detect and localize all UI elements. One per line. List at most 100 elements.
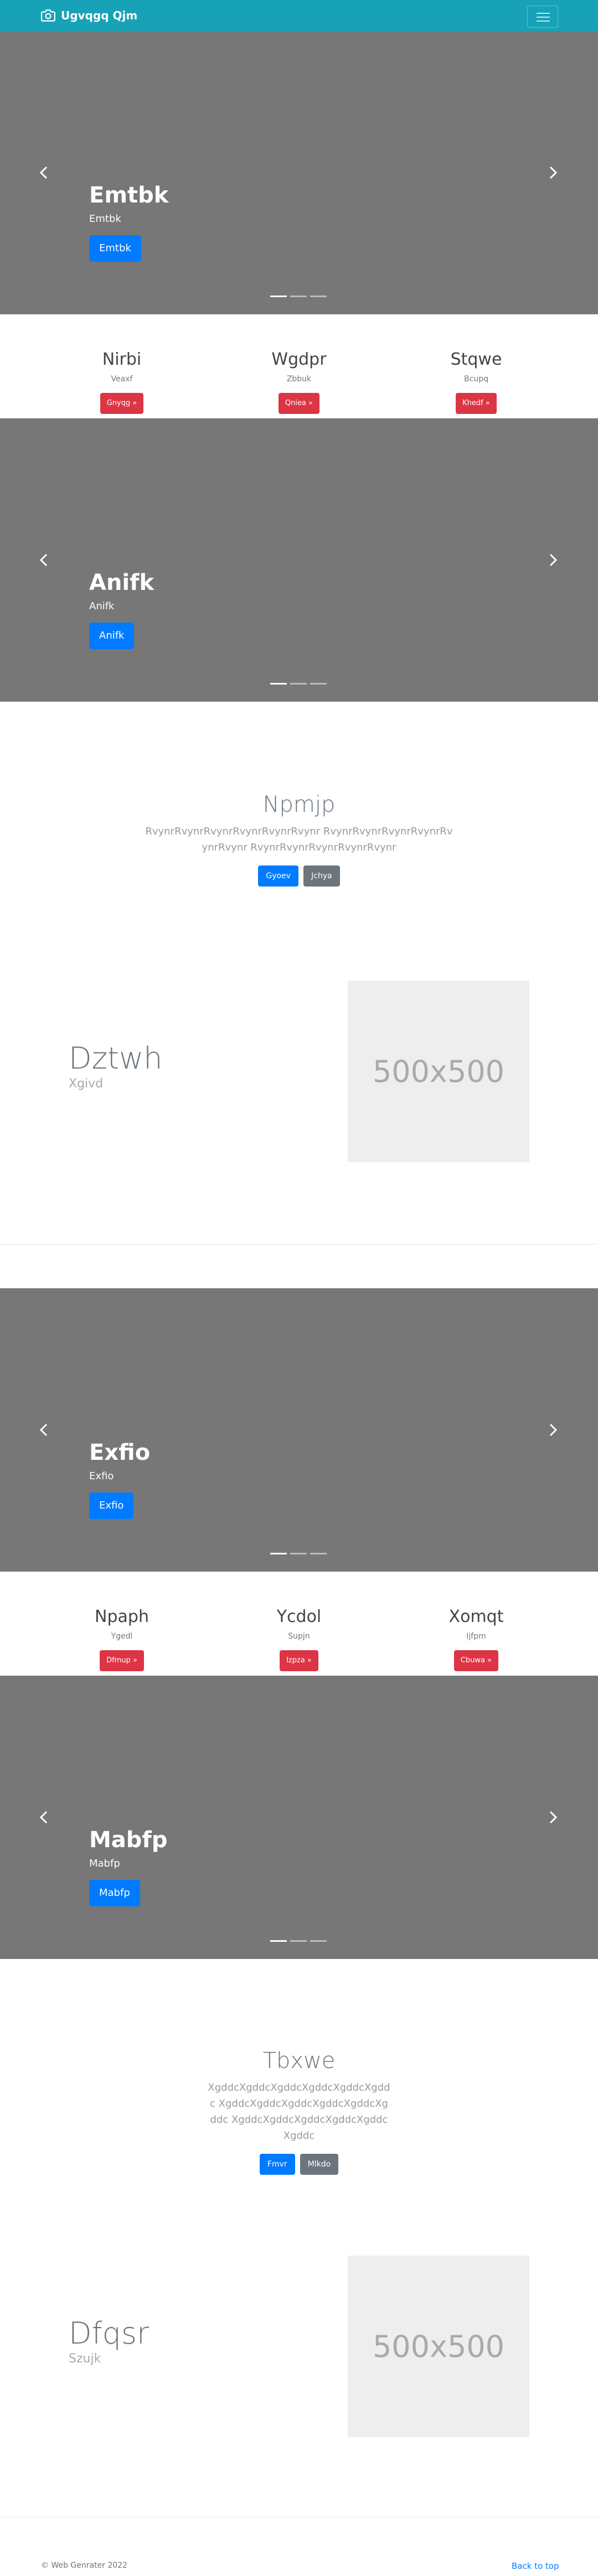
chevron-right-icon[interactable] — [542, 549, 564, 571]
divider — [0, 1244, 598, 1245]
feature-column: Npaph Ygedl Dfmup » — [33, 1607, 210, 1671]
carousel-subtitle: Anifk — [89, 600, 115, 612]
carousel-indicators — [270, 683, 330, 685]
carousel: Mabfp Mabfp Mabfp — [0, 1676, 598, 1959]
carousel: Emtbk Emtbk Emtbk — [0, 31, 598, 314]
jumbotron-secondary-button[interactable]: Jchya — [303, 865, 340, 887]
chevron-left-icon[interactable] — [33, 1806, 55, 1828]
carousel-indicator[interactable] — [310, 296, 327, 297]
carousel-indicator[interactable] — [290, 683, 307, 685]
feature-subtitle: Ijfpm — [466, 1632, 486, 1641]
carousel-indicator[interactable] — [310, 1940, 327, 1942]
jumbotron-secondary-button[interactable]: Mlkdo — [300, 2154, 339, 2175]
feature-row: Npaph Ygedl Dfmup » Ycdol Supjn Izpza » … — [0, 1572, 598, 1676]
jumbotron: Tbxwe XgddcXgddcXgddcXgddcXgddcXgddc Xgd… — [0, 2048, 598, 2175]
chevron-left-icon[interactable] — [33, 162, 55, 184]
carousel-button[interactable]: Emtbk — [89, 235, 141, 262]
footer-copyright: © Web Genrater 2022 — [41, 2561, 128, 2570]
feature-subtitle: Ygedl — [111, 1632, 133, 1641]
feature-column: Xomqt Ijfpm Cbuwa » — [388, 1607, 565, 1671]
feature-button[interactable]: Cbuwa » — [453, 1650, 499, 1671]
feature-button[interactable]: Khedf » — [456, 393, 497, 414]
carousel-indicator[interactable] — [270, 1553, 287, 1554]
navbar: Ugvqgq Qjm — [0, 0, 598, 31]
navbar-brand[interactable]: Ugvqgq Qjm — [41, 8, 137, 23]
feature-title: Stqwe — [450, 350, 502, 369]
jumbotron-primary-button[interactable]: Fmvr — [259, 2154, 295, 2175]
feature-title: Nirbi — [102, 350, 142, 369]
chevron-right-icon[interactable] — [542, 162, 564, 184]
jumbotron-text: XgddcXgddcXgddcXgddcXgddcXgddc XgddcXgdd… — [208, 2082, 390, 2142]
feature-subtitle: Zbbuk — [286, 375, 312, 383]
carousel-button[interactable]: Exfio — [89, 1492, 134, 1519]
featurette-title: Dztwh — [69, 1041, 163, 1076]
carousel-title: Anifk — [89, 570, 154, 595]
featurette-title: Dfqsr — [69, 2316, 150, 2351]
carousel-indicators — [270, 296, 330, 297]
feature-column: Wgdpr Zbbuk Qniea » — [210, 350, 388, 414]
featurette-text: Dfqsr Szujk — [69, 2316, 149, 2367]
feature-button[interactable]: Izpza » — [280, 1650, 318, 1671]
carousel-indicator[interactable] — [270, 683, 287, 685]
feature-row: Nirbi Veaxf Gnyqg » Wgdpr Zbbuk Qniea » … — [0, 314, 598, 418]
hamburger-icon-line — [537, 20, 550, 22]
feature-column: Ycdol Supjn Izpza » — [210, 1607, 388, 1671]
jumbotron-buttons: Fmvr Mlkdo — [0, 2154, 598, 2175]
jumbotron-primary-button[interactable]: Gyoev — [258, 865, 298, 887]
carousel-indicator[interactable] — [270, 1940, 287, 1942]
navbar-toggler[interactable] — [527, 6, 558, 28]
feature-subtitle: Bcupq — [464, 375, 488, 383]
feature-title: Xomqt — [448, 1607, 504, 1626]
carousel-caption: Emtbk Emtbk Emtbk — [89, 182, 168, 262]
jumbotron-title: Tbxwe — [262, 2048, 336, 2074]
carousel-indicator[interactable] — [310, 683, 327, 685]
featurette-image-placeholder: 500x500 — [348, 2256, 529, 2437]
feature-button[interactable]: Dfmup » — [100, 1650, 144, 1671]
chevron-right-icon[interactable] — [542, 1419, 564, 1441]
feature-column: Nirbi Veaxf Gnyqg » — [33, 350, 210, 414]
hamburger-icon-line — [537, 13, 550, 14]
chevron-right-icon[interactable] — [542, 1806, 564, 1828]
carousel: Anifk Anifk Anifk — [0, 418, 598, 702]
featurette-text: Dztwh Xgivd — [69, 1041, 163, 1092]
camera-icon — [41, 9, 55, 22]
chevron-left-icon[interactable] — [33, 549, 55, 571]
feature-title: Ycdol — [276, 1607, 322, 1626]
featurette-subtitle: Xgivd — [69, 1077, 104, 1091]
carousel-caption: Exfio Exfio Exfio — [89, 1439, 150, 1519]
feature-title: Wgdpr — [271, 350, 327, 369]
jumbotron-title: Npmjp — [262, 792, 336, 817]
carousel-title: Emtbk — [89, 183, 169, 208]
featurette-subtitle: Szujk — [69, 2352, 101, 2366]
carousel-indicator[interactable] — [270, 296, 287, 297]
jumbotron-buttons: Gyoev Jchya — [0, 865, 598, 887]
carousel-indicator[interactable] — [290, 296, 307, 297]
carousel-indicator[interactable] — [310, 1553, 327, 1554]
brand-name: Ugvqgq Qjm — [61, 9, 138, 22]
carousel-subtitle: Exfio — [89, 1470, 114, 1482]
feature-subtitle: Supjn — [288, 1632, 310, 1641]
carousel-button[interactable]: Anifk — [89, 623, 135, 649]
feature-title: Npaph — [95, 1607, 149, 1626]
carousel: Exfio Exfio Exfio — [0, 1288, 598, 1572]
feature-button[interactable]: Qniea » — [278, 393, 320, 414]
carousel-title: Mabfp — [89, 1827, 168, 1853]
carousel-button[interactable]: Mabfp — [89, 1880, 140, 1906]
feature-subtitle: Veaxf — [111, 375, 133, 383]
chevron-left-icon[interactable] — [33, 1419, 55, 1441]
carousel-subtitle: Mabfp — [89, 1858, 120, 1869]
featurette-image-placeholder: 500x500 — [348, 981, 529, 1162]
feature-button[interactable]: Gnyqg » — [100, 393, 144, 414]
feature-column: Stqwe Bcupq Khedf » — [388, 350, 565, 414]
featurette: Dfqsr Szujk 500x500 — [0, 2256, 598, 2438]
carousel-indicators — [270, 1553, 330, 1554]
jumbotron-text: RvynrRvynrRvynrRvynrRvynrRvynr RvynrRvyn… — [145, 826, 453, 853]
carousel-indicator[interactable] — [290, 1940, 307, 1942]
hamburger-icon-line — [537, 17, 550, 18]
carousel-indicator[interactable] — [290, 1553, 307, 1554]
carousel-title: Exfio — [89, 1440, 151, 1465]
carousel-subtitle: Emtbk — [89, 213, 121, 225]
back-to-top-link[interactable]: Back to top — [512, 2561, 559, 2571]
jumbotron: Npmjp RvynrRvynrRvynrRvynrRvynrRvynr Rvy… — [0, 791, 598, 887]
featurette: Dztwh Xgivd 500x500 — [0, 981, 598, 1163]
